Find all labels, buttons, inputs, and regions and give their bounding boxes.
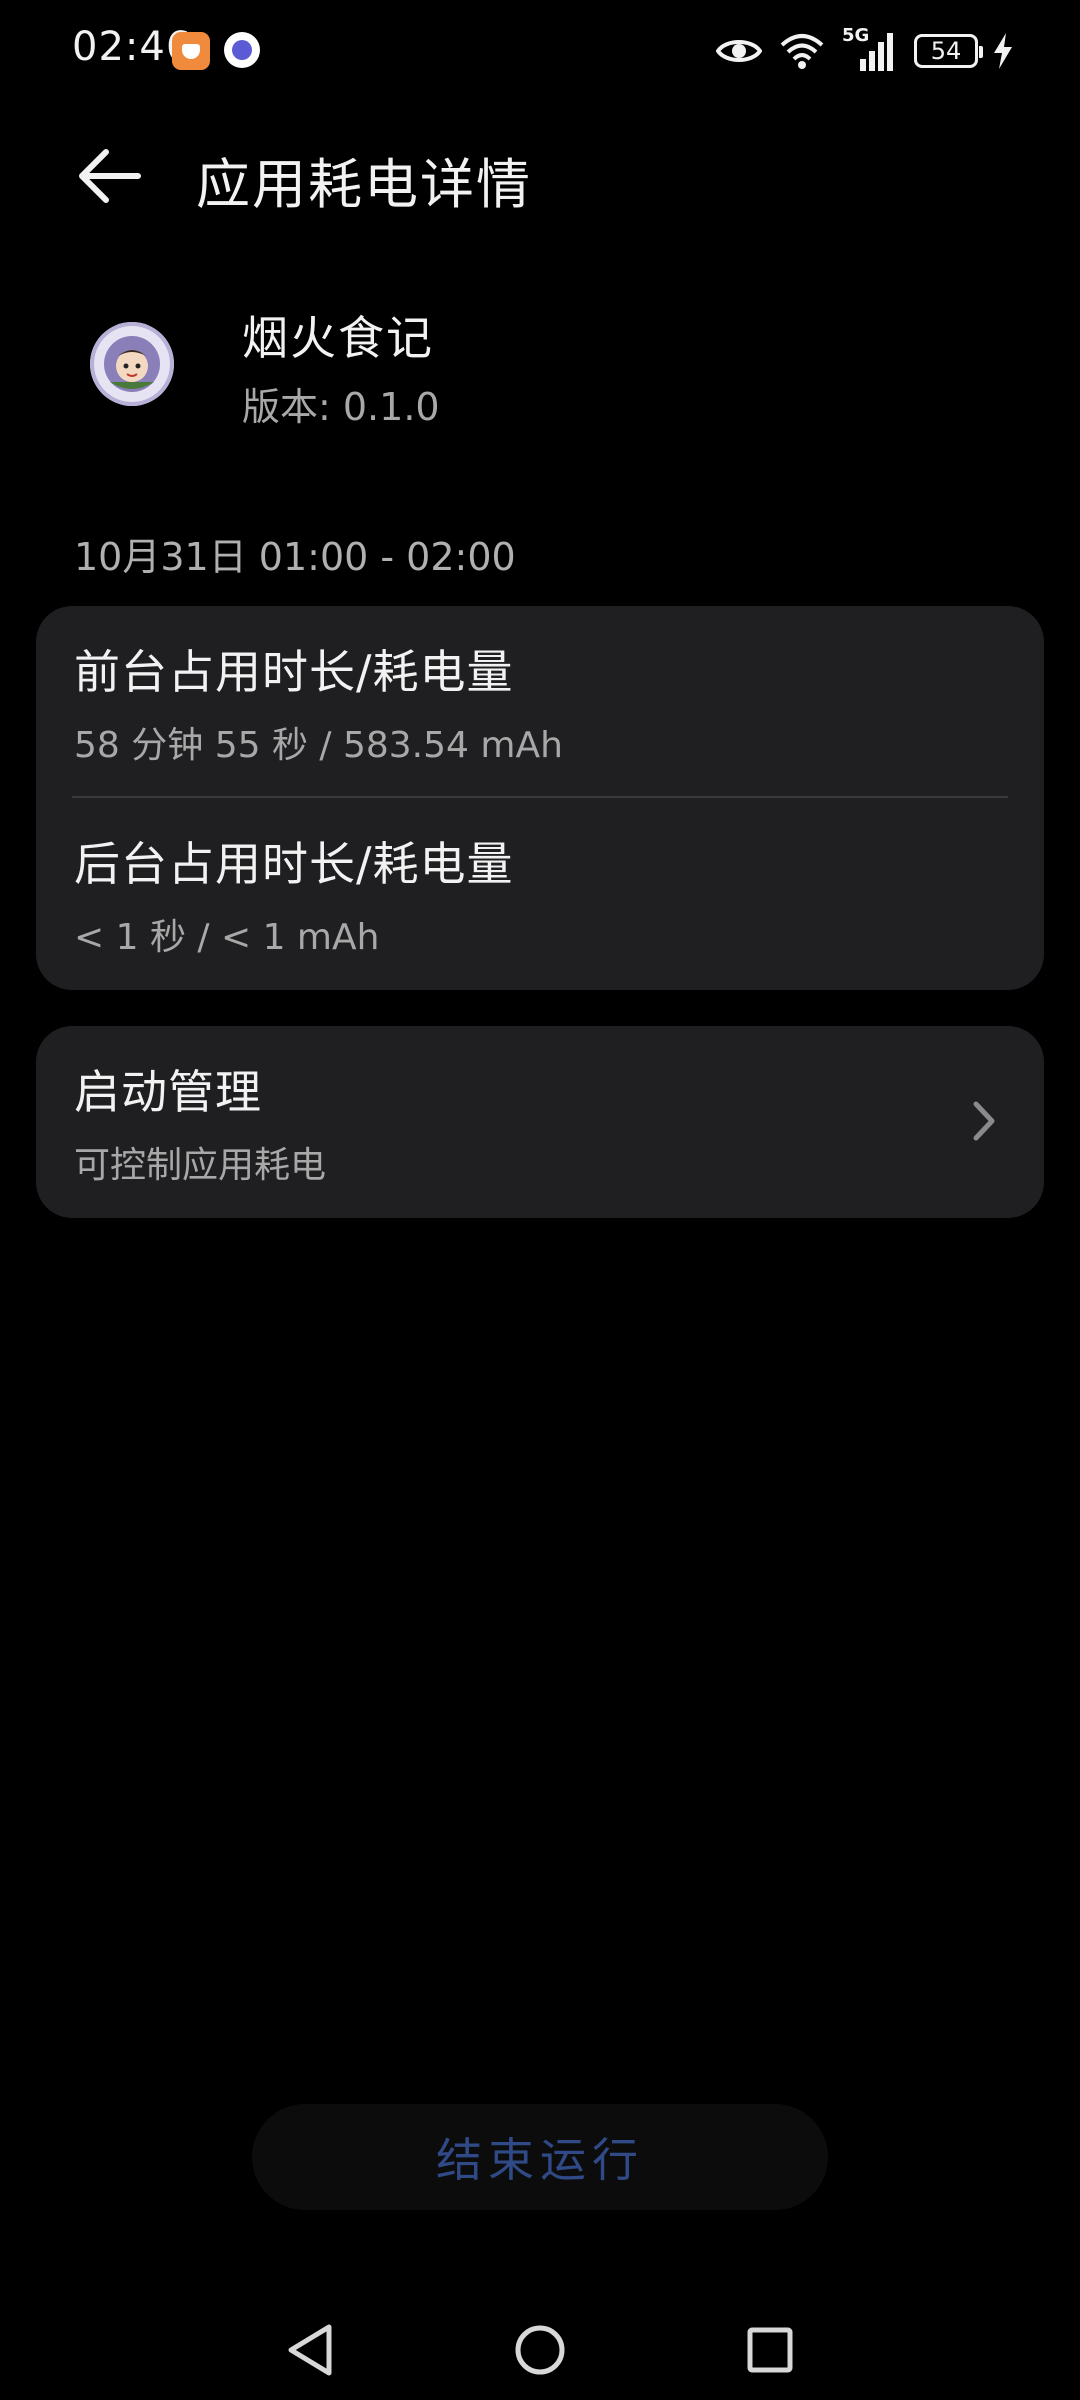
status-bar: 02:46 5G 54: [0, 0, 1080, 100]
end-running-button[interactable]: 结束运行: [252, 2104, 828, 2210]
startup-management-subtitle: 可控制应用耗电: [74, 1145, 327, 1186]
nav-home-button[interactable]: [510, 2320, 570, 2380]
startup-management-title: 启动管理: [74, 1065, 262, 1119]
app-icon: [90, 322, 174, 406]
foreground-usage-value: 58 分钟 55 秒 / 583.54 mAh: [74, 725, 563, 766]
foreground-usage-row: 前台占用时长/耗电量 58 分钟 55 秒 / 583.54 mAh: [74, 636, 1006, 768]
navigation-bar: [0, 2300, 1080, 2400]
date-range: 10月31日 01:00 - 02:00: [74, 535, 516, 579]
chevron-right-icon: [973, 1101, 995, 1141]
background-usage-title: 后台占用时长/耗电量: [74, 837, 514, 891]
foreground-usage-title: 前台占用时长/耗电量: [74, 645, 514, 699]
back-button[interactable]: [70, 136, 150, 216]
back-arrow-icon: [79, 149, 141, 203]
wifi-icon: [780, 34, 824, 69]
app-version: 版本: 0.1.0: [242, 385, 440, 429]
battery-level: 54: [930, 37, 962, 65]
background-usage-row: 后台占用时长/耗电量 < 1 秒 / < 1 mAh: [74, 828, 1006, 960]
triangle-back-icon: [288, 2324, 332, 2376]
usage-card: 前台占用时长/耗电量 58 分钟 55 秒 / 583.54 mAh 后台占用时…: [36, 606, 1044, 990]
startup-management-item[interactable]: 启动管理 可控制应用耗电: [36, 1026, 1044, 1218]
nav-back-button[interactable]: [280, 2320, 340, 2380]
app-notification-icon: [224, 32, 260, 68]
app-name: 烟火食记: [242, 311, 434, 365]
circle-home-icon: [515, 2325, 565, 2375]
eye-icon: [716, 40, 762, 62]
startup-management-row: 启动管理 可控制应用耗电: [74, 1056, 1006, 1188]
nav-recents-button[interactable]: [740, 2320, 800, 2380]
background-usage-value: < 1 秒 / < 1 mAh: [74, 917, 380, 958]
battery-indicator: 54: [914, 34, 983, 68]
divider: [72, 796, 1008, 798]
shopping-app-notification-icon: [172, 32, 210, 70]
status-icons: 5G 54: [716, 25, 1012, 76]
page-title: 应用耗电详情: [196, 153, 532, 216]
cellular-signal-icon: 5G: [842, 25, 898, 73]
charging-bolt-icon: [994, 33, 1012, 69]
square-recents-icon: [747, 2327, 793, 2373]
